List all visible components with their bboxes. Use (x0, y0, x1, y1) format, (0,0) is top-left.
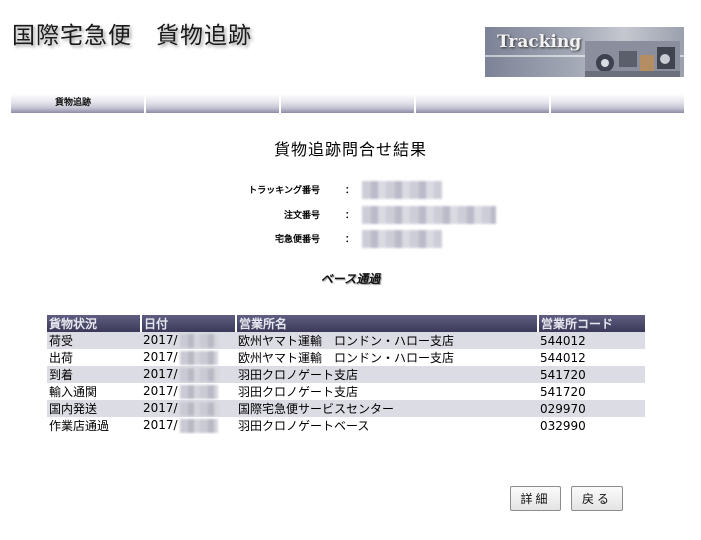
cell-date: 2017/ (141, 349, 236, 366)
tracking-number-label: トラッキング番号 (248, 186, 320, 196)
section-heading: ベース通過 (320, 272, 381, 286)
colon: ： (345, 186, 355, 196)
tab-empty-5[interactable] (551, 94, 684, 113)
tracking-banner: Tracking (485, 27, 684, 77)
colon: ： (345, 235, 355, 245)
cell-date: 2017/ (141, 366, 236, 383)
cell-code: 544012 (538, 332, 645, 349)
date-redacted (179, 333, 218, 348)
banner-title: Tracking (497, 32, 582, 52)
colon: ： (345, 211, 355, 221)
date-text: 2017/ (143, 401, 178, 416)
cell-office: 羽田クロノゲート支店 (236, 366, 538, 383)
cell-code: 544012 (540, 350, 586, 365)
cell-status: 荷受 (47, 332, 141, 349)
cell-date: 2017/ (141, 417, 236, 434)
cell-status: 輸入通関 (49, 385, 98, 399)
cell-status: 出荷 (49, 351, 74, 365)
column-header-office: 営業所名 (236, 315, 539, 332)
order-number-label: 注文番号 (283, 211, 320, 221)
cell-office: 欧州ヤマト運輸 ロンドン・ハロー支店 (238, 351, 455, 365)
tab-empty-2[interactable] (146, 94, 281, 113)
table-row: 作業店通過 2017/ 羽田クロノゲートベース 032990 (47, 417, 645, 434)
cell-office: 欧州ヤマト運輸 ロンドン・ハロー支店 (236, 332, 538, 349)
cargo-photo-icon (585, 41, 680, 77)
table-header-row: 貨物状況 日付 営業所名 営業所コード (47, 315, 645, 332)
cell-status: 作業店通過 (49, 419, 110, 433)
cell-office: 国際宅急便サービスセンター (236, 400, 538, 417)
detail-button[interactable]: 詳細 (510, 486, 561, 511)
date-redacted (179, 401, 218, 416)
takkyubin-number-value-redacted (362, 230, 442, 248)
result-heading: 貨物追跡問合せ結果 (273, 140, 427, 159)
back-button[interactable]: 戻る (571, 486, 623, 511)
nav-bar: 貨物追跡 (11, 94, 684, 113)
cell-office: 羽田クロノゲート支店 (238, 385, 359, 399)
order-number-value-redacted (362, 206, 496, 224)
tracking-number-value-redacted (362, 181, 442, 199)
cell-status: 到着 (47, 366, 141, 383)
column-header-code: 営業所コード (538, 315, 645, 332)
table-row: 国内発送 2017/ 国際宅急便サービスセンター 029970 (47, 400, 645, 417)
date-redacted (179, 384, 218, 399)
tracking-table: 貨物状況 日付 営業所名 営業所コード 荷受 2017/ 欧州ヤマト運輸 ロンド… (47, 315, 645, 434)
date-redacted (179, 367, 218, 382)
date-text: 2017/ (143, 418, 178, 433)
date-text: 2017/ (143, 333, 178, 348)
table-row: 荷受 2017/ 欧州ヤマト運輸 ロンドン・ハロー支店 544012 (47, 332, 645, 349)
cell-date: 2017/ (141, 383, 236, 400)
page-title: 国際宅急便 貨物追跡 (12, 23, 252, 49)
date-text: 2017/ (143, 384, 178, 399)
table-row: 出荷 2017/ 欧州ヤマト運輸 ロンドン・ハロー支店 544012 (47, 349, 645, 366)
date-text: 2017/ (143, 350, 178, 365)
cell-office: 羽田クロノゲートベース (238, 419, 370, 433)
cell-code: 029970 (538, 400, 645, 417)
cell-status: 国内発送 (47, 400, 141, 417)
tab-cargo-tracking[interactable]: 貨物追跡 (11, 94, 146, 113)
cell-code: 032990 (540, 418, 586, 433)
table-row: 到着 2017/ 羽田クロノゲート支店 541720 (47, 366, 645, 383)
date-redacted (179, 418, 218, 433)
cell-code: 541720 (538, 366, 645, 383)
tab-empty-3[interactable] (281, 94, 416, 113)
date-redacted (179, 350, 218, 365)
column-header-status: 貨物状況 (47, 315, 142, 332)
takkyubin-number-label: 宅急便番号 (274, 235, 320, 245)
column-header-date: 日付 (141, 315, 237, 332)
cell-date: 2017/ (141, 332, 236, 349)
tab-empty-4[interactable] (416, 94, 551, 113)
table-row: 輸入通関 2017/ 羽田クロノゲート支店 541720 (47, 383, 645, 400)
date-text: 2017/ (143, 367, 178, 382)
cell-code: 541720 (540, 384, 586, 399)
cell-date: 2017/ (141, 400, 236, 417)
